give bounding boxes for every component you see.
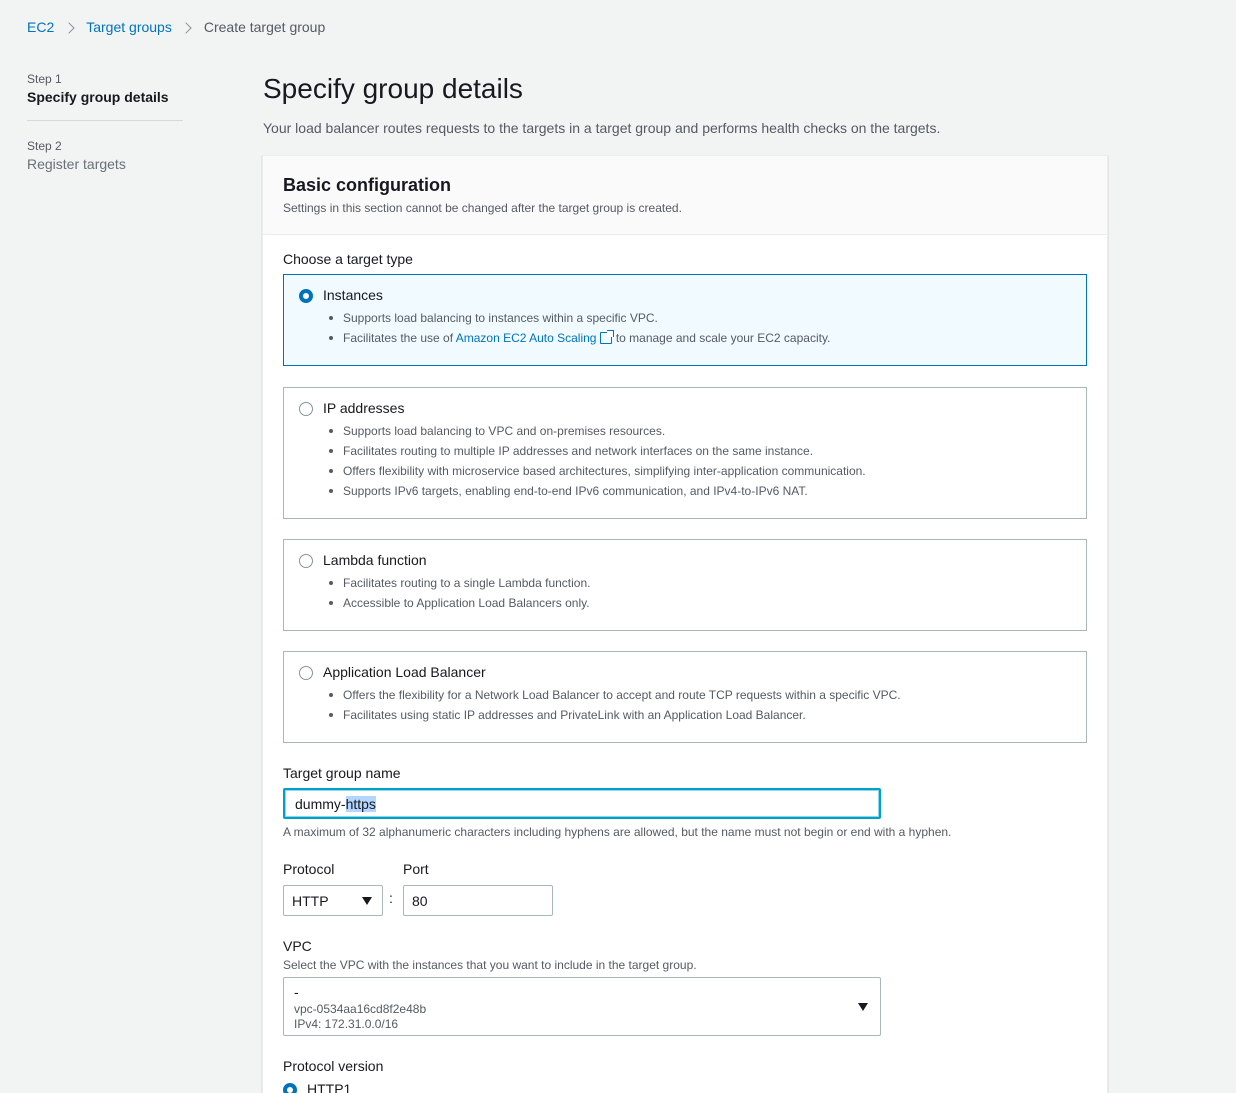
tile-bullets: Facilitates routing to a single Lambda f… [323,576,590,616]
panel-title: Basic configuration [283,175,452,195]
tile-bullet: Offers the flexibility for a Network Loa… [323,688,901,708]
step-divider [27,120,183,121]
bullet-text: to manage and scale your EC2 capacity. [612,331,831,345]
breadcrumb-current: Create target group [203,19,326,35]
tile-title: Instances [323,287,383,303]
tile-bullet: Accessible to Application Load Balancers… [323,596,590,616]
radio-instances[interactable] [299,289,313,303]
chevron-right-icon [172,19,204,35]
breadcrumb-link-ec2[interactable]: EC2 [27,19,54,35]
breadcrumb: EC2 Target groups Create target group [27,17,325,37]
target-type-tile-alb[interactable]: Application Load Balancer Offers the fle… [283,651,1087,743]
protocol-version-option-http1: HTTP1 [307,1081,352,1093]
radio-ip-addresses[interactable] [299,402,313,416]
port-label: Port [403,861,429,877]
vpc-cidr: IPv4: 172.31.0.0/16 [294,1017,399,1031]
protocol-port-separator: : [389,890,393,906]
step-number: Step 1 [27,72,62,86]
bullet-text: Facilitates the use of [343,331,456,345]
auto-scaling-link[interactable]: Amazon EC2 Auto Scaling [455,330,615,345]
chevron-right-icon [54,19,86,35]
page-description: Your load balancer routes requests to th… [263,120,941,136]
vpc-label: VPC [283,938,312,954]
basic-configuration-panel: Basic configuration Settings in this sec… [262,155,1108,1093]
step-number: Step 2 [27,139,62,153]
tile-bullet: Facilitates the use of Amazon EC2 Auto S… [323,330,831,351]
caret-down-icon [362,896,372,905]
tile-bullets: Supports load balancing to VPC and on-pr… [323,424,866,504]
step-title: Register targets [27,156,126,172]
tile-bullets: Offers the flexibility for a Network Loa… [323,688,901,728]
target-type-tile-instances[interactable]: Instances Supports load balancing to ins… [283,274,1087,366]
tile-bullet: Facilitates routing to multiple IP addre… [323,444,866,464]
input-text: dummy- [295,795,346,812]
target-group-name-input[interactable]: dummy-https [283,788,881,819]
port-input[interactable]: 80 [403,885,553,916]
tile-bullet: Facilitates using static IP addresses an… [323,708,901,728]
tile-bullet: Supports load balancing to instances wit… [323,311,830,331]
target-type-tile-ip-addresses[interactable]: IP addresses Supports load balancing to … [283,387,1087,519]
protocol-value: HTTP [292,892,329,909]
panel-subtitle: Settings in this section cannot be chang… [283,201,682,215]
tile-title: IP addresses [323,400,405,416]
input-selected-text: https [345,795,376,812]
breadcrumb-link-target-groups[interactable]: Target groups [86,19,172,35]
caret-down-icon [858,1003,868,1011]
protocol-label: Protocol [283,861,335,877]
auto-scaling-link-text: Amazon EC2 Auto Scaling [455,331,597,345]
target-type-tile-lambda[interactable]: Lambda function Facilitates routing to a… [283,539,1087,631]
protocol-version-label: Protocol version [283,1058,384,1074]
panel-header: Basic configuration Settings in this sec… [263,156,1107,235]
target-type-label: Choose a target type [283,251,413,267]
vpc-hint: Select the VPC with the instances that y… [283,958,697,972]
tile-title: Lambda function [323,552,427,568]
external-link-icon [600,330,615,344]
step-2: Step 2 Register targets [27,139,183,172]
page-header: Specify group details Your load balancer… [263,72,1108,136]
radio-http1[interactable] [283,1083,297,1093]
step-1: Step 1 Specify group details [27,72,183,105]
protocol-select[interactable]: HTTP [283,885,383,916]
vpc-id: vpc-0534aa16cd8f2e48b [294,1002,427,1016]
tile-bullet: Supports load balancing to VPC and on-pr… [323,424,866,444]
wizard-steps: Step 1 Specify group details Step 2 Regi… [27,72,183,172]
vpc-select[interactable]: - vpc-0534aa16cd8f2e48b IPv4: 172.31.0.0… [283,977,881,1036]
vpc-name: - [294,984,299,1000]
tile-title: Application Load Balancer [323,664,486,680]
radio-lambda-function[interactable] [299,554,313,568]
radio-application-load-balancer[interactable] [299,666,313,680]
port-value: 80 [412,892,428,909]
tile-bullet: Offers flexibility with microservice bas… [323,464,866,484]
tile-bullet: Supports IPv6 targets, enabling end-to-e… [323,484,866,504]
step-title: Specify group details [27,89,169,105]
page-title: Specify group details [263,73,523,104]
tile-bullet: Facilitates routing to a single Lambda f… [323,576,590,596]
target-group-name-label: Target group name [283,765,401,781]
target-group-name-hint: A maximum of 32 alphanumeric characters … [283,825,952,839]
tile-bullets: Supports load balancing to instances wit… [323,311,830,351]
